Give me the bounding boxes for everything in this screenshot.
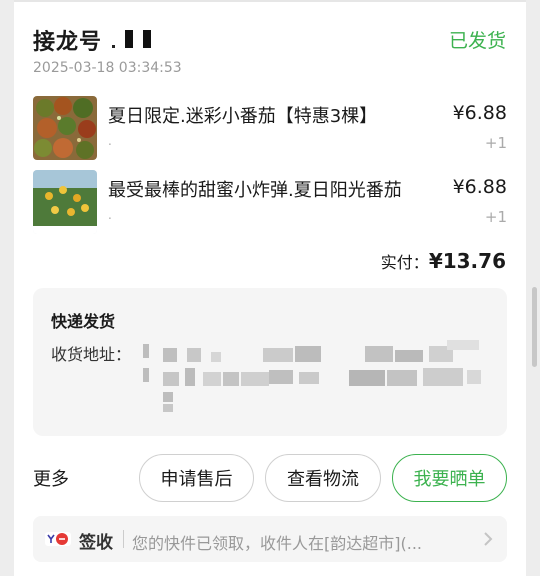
order-title: 接龙号 (33, 30, 103, 55)
paid-total: 实付：¥13.76 (381, 249, 506, 273)
paid-amount: ¥13.76 (428, 249, 506, 273)
product-spec: . (108, 134, 112, 148)
product-price: ¥6.88 (452, 176, 507, 198)
product-price: ¥6.88 (452, 102, 507, 124)
paid-label: 实付： (380, 253, 429, 272)
product-spec: . (108, 208, 112, 222)
divider (14, 0, 526, 2)
order-status: 已发货 (448, 30, 506, 52)
tracking-bar[interactable]: 签收 您的快件已领取，收件人在[韵达超市](... (33, 516, 507, 562)
share-review-button[interactable]: 我要晒单 (392, 454, 507, 502)
product-name: 最受最棒的甜蜜小炸弹.夏日阳光番茄 (108, 180, 402, 201)
chevron-right-icon (484, 532, 493, 546)
product-name: 夏日限定.迷彩小番茄【特惠3棵】 (108, 106, 378, 127)
order-time: 2025-03-18 03:34:53 (33, 60, 182, 76)
order-item[interactable]: 夏日限定.迷彩小番茄【特惠3棵】 . ¥6.88 +1 (33, 96, 507, 160)
product-image (33, 96, 97, 160)
shipping-panel: 快递发货 收货地址： (33, 288, 507, 436)
view-logistics-button[interactable]: 查看物流 (265, 454, 381, 502)
product-quantity: +1 (484, 208, 507, 226)
product-image (33, 170, 97, 234)
product-quantity: +1 (484, 134, 507, 152)
shipping-method: 快递发货 (51, 312, 116, 331)
scrollbar[interactable] (532, 287, 537, 367)
yunda-logo-icon (45, 532, 71, 546)
masked-order-number (112, 30, 151, 48)
tracking-status: 签收 (79, 533, 113, 553)
order-item[interactable]: 最受最棒的甜蜜小炸弹.夏日阳光番茄 . ¥6.88 +1 (33, 170, 507, 234)
after-sale-button[interactable]: 申请售后 (139, 454, 254, 502)
address-label: 收货地址： (51, 345, 132, 364)
divider (123, 530, 124, 548)
more-button[interactable]: 更多 (33, 465, 69, 491)
tracking-message: 您的快件已领取，收件人在[韵达超市](... (132, 534, 422, 553)
